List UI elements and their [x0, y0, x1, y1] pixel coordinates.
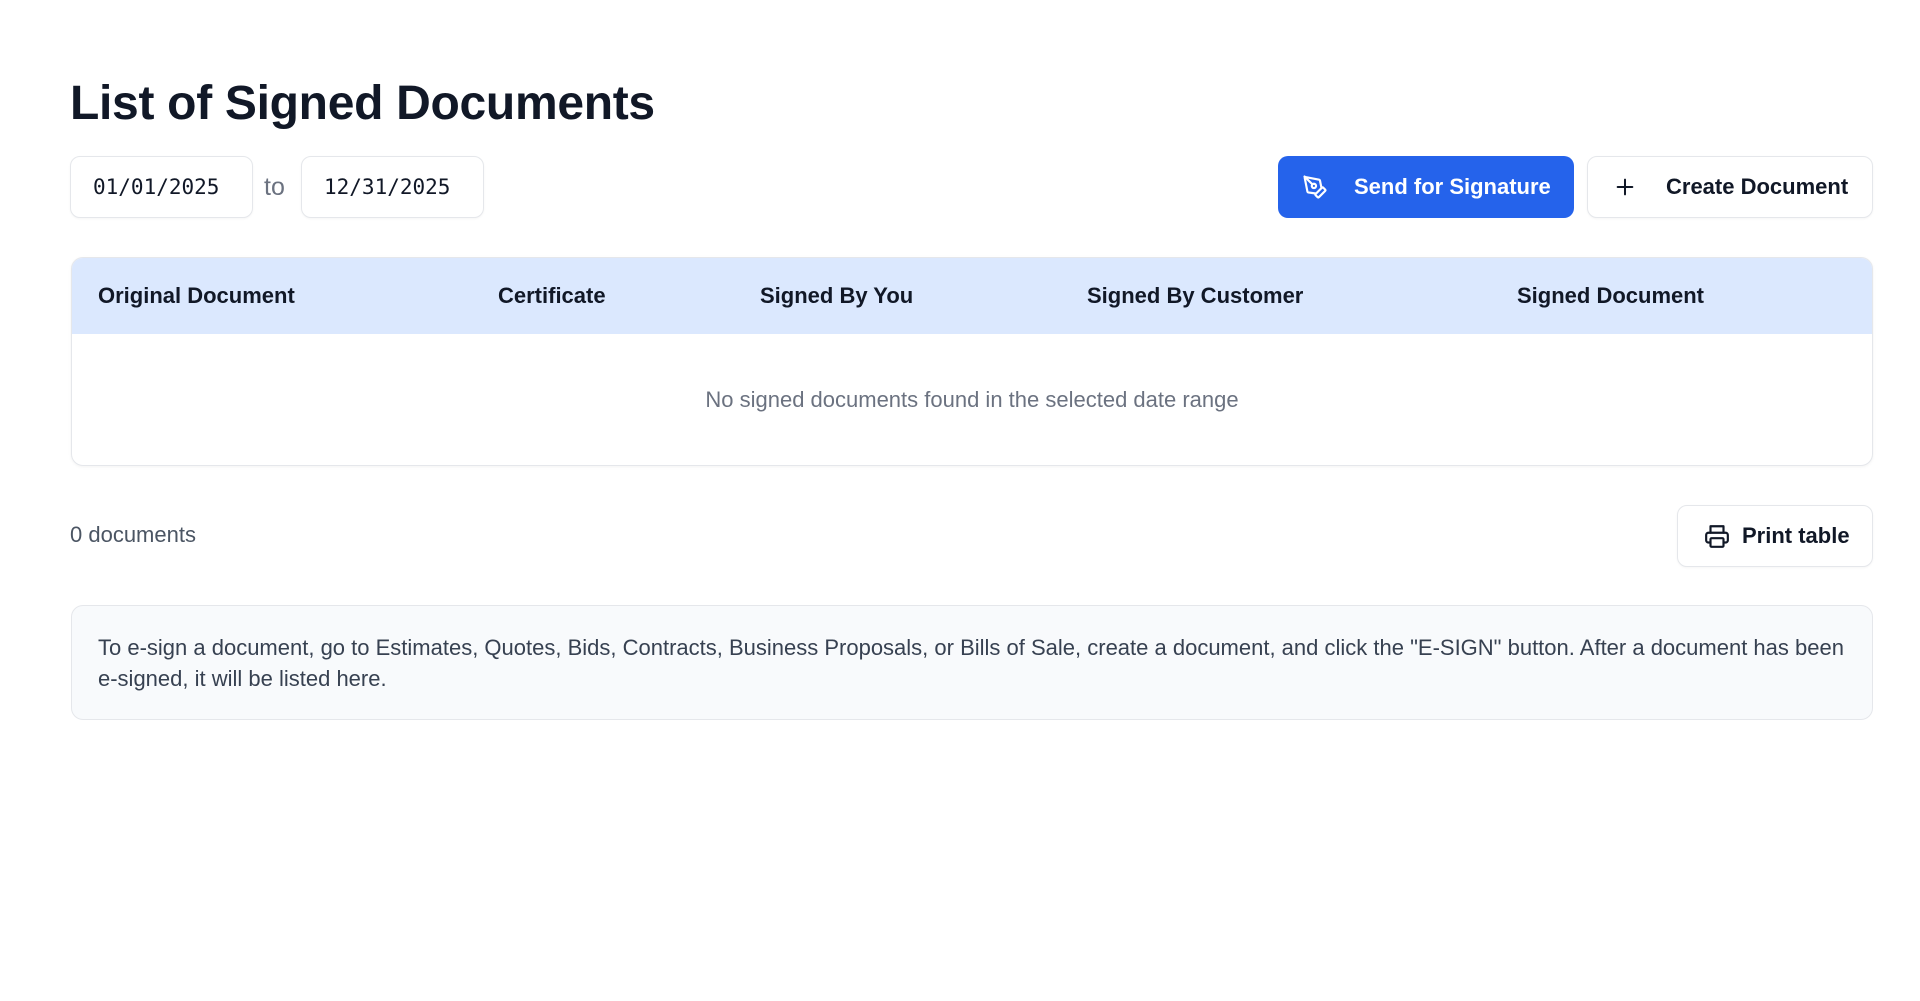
column-header-signed-by-customer[interactable]: Signed By Customer: [1087, 283, 1303, 309]
print-table-button[interactable]: Print table: [1677, 505, 1873, 567]
printer-icon: [1704, 523, 1730, 549]
date-from-input[interactable]: [70, 156, 253, 218]
info-notice: To e-sign a document, go to Estimates, Q…: [71, 605, 1873, 720]
pen-nib-icon: [1302, 174, 1328, 200]
signed-documents-table: Original Document Certificate Signed By …: [71, 257, 1873, 466]
date-to-input[interactable]: [301, 156, 484, 218]
signed-documents-page: List of Signed Documents to Send for Sig…: [0, 0, 1920, 1001]
send-for-signature-label: Send for Signature: [1354, 174, 1551, 199]
date-range-separator: to: [264, 173, 285, 201]
plus-icon: [1614, 176, 1636, 198]
create-document-button[interactable]: Create Document: [1587, 156, 1873, 218]
empty-state-message: No signed documents found in the selecte…: [705, 387, 1239, 412]
table-header: Original Document Certificate Signed By …: [72, 258, 1872, 334]
column-header-original-document[interactable]: Original Document: [98, 283, 295, 309]
send-for-signature-button[interactable]: Send for Signature: [1278, 156, 1574, 218]
print-table-label: Print table: [1742, 523, 1850, 548]
column-header-signed-document[interactable]: Signed Document: [1517, 283, 1704, 309]
column-header-signed-by-you[interactable]: Signed By You: [760, 283, 913, 309]
create-document-label: Create Document: [1666, 174, 1849, 199]
page-title: List of Signed Documents: [70, 77, 655, 130]
document-count: 0 documents: [70, 522, 196, 547]
column-header-certificate[interactable]: Certificate: [498, 283, 606, 309]
